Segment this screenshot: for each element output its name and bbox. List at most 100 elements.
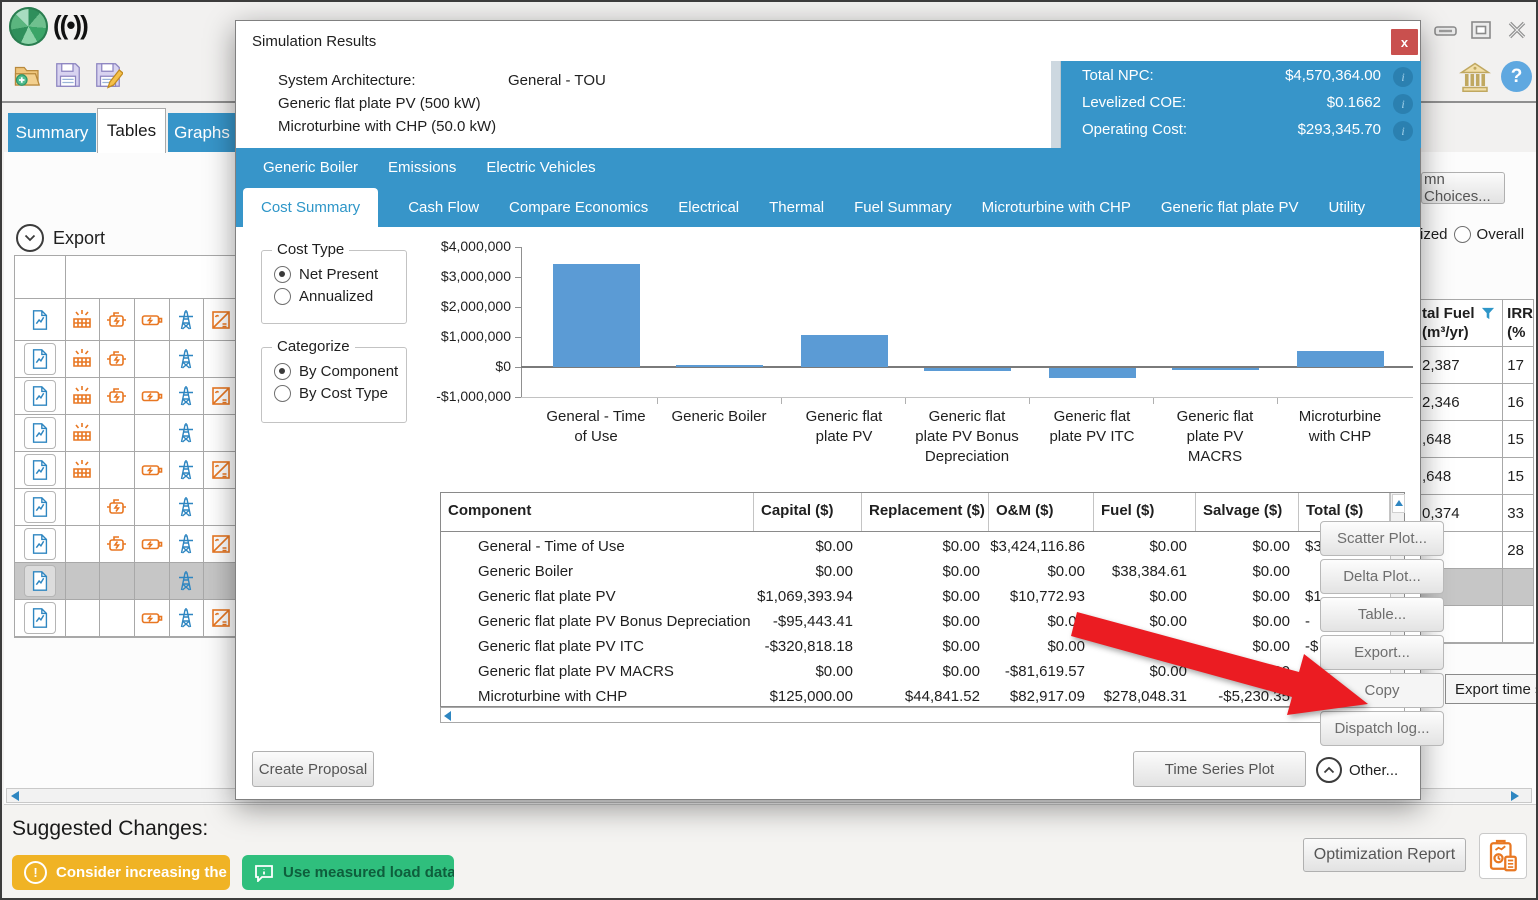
fuel-column-header[interactable]: tal Fuel(m³/yr) bbox=[1420, 300, 1503, 347]
table-row[interactable]: Generic flat plate PV MACRS$0.00$0.00-$8… bbox=[441, 659, 1390, 684]
system-row[interactable] bbox=[15, 600, 239, 637]
system-row[interactable] bbox=[15, 415, 239, 452]
results-row[interactable]: 2,34616 bbox=[1420, 384, 1533, 421]
success-suggestion-button[interactable]: Use measured load data bbox=[242, 855, 454, 890]
table-row[interactable]: Microturbine with CHP$125,000.00$44,841.… bbox=[441, 684, 1390, 709]
chart-y-axis-line bbox=[521, 247, 522, 398]
radio-circle[interactable] bbox=[274, 363, 291, 380]
results-icon bbox=[29, 422, 51, 444]
system-row[interactable] bbox=[15, 489, 239, 526]
system-row[interactable] bbox=[15, 378, 239, 415]
irr-column-header[interactable]: IRR(% bbox=[1503, 300, 1533, 347]
table-row[interactable]: Generic flat plate PV Bonus Depreciation… bbox=[441, 609, 1390, 634]
menu-item-copy[interactable]: Copy bbox=[1320, 673, 1444, 708]
table-header-cell[interactable]: Capital ($) bbox=[754, 493, 862, 531]
results-button[interactable] bbox=[24, 417, 56, 449]
dialog-tab-cost-summary[interactable]: Cost Summary bbox=[243, 188, 378, 227]
save-icon[interactable] bbox=[52, 59, 84, 91]
bank-icon[interactable] bbox=[1457, 59, 1493, 100]
tab-summary[interactable]: Summary bbox=[8, 113, 96, 152]
info-icon[interactable]: i bbox=[1393, 67, 1413, 87]
cost-summary-table: ComponentCapital ($)Replacement ($)O&M (… bbox=[440, 492, 1405, 707]
dialog-tab-thermal[interactable]: Thermal bbox=[769, 188, 824, 227]
tab-tables[interactable]: Tables bbox=[97, 108, 166, 153]
table-horizontal-scrollbar[interactable] bbox=[440, 707, 1405, 723]
export-toggle[interactable]: Export bbox=[16, 224, 105, 252]
category-label: Microturbinewith CHP bbox=[1273, 407, 1407, 447]
dialog-tab-emissions[interactable]: Emissions bbox=[388, 159, 456, 176]
time-series-plot-button[interactable]: Time Series Plot bbox=[1133, 751, 1306, 787]
overall-radio-circle[interactable] bbox=[1454, 226, 1471, 243]
scroll-left-icon[interactable] bbox=[444, 711, 451, 721]
value-cell: $3,424,116.86 bbox=[989, 538, 1094, 555]
window-close-button[interactable] bbox=[1506, 20, 1528, 45]
optimization-report-icon-button[interactable] bbox=[1479, 833, 1527, 879]
system-row[interactable] bbox=[15, 526, 239, 563]
dialog-tab-utility[interactable]: Utility bbox=[1328, 188, 1365, 227]
x-axis-tick bbox=[781, 398, 782, 404]
results-row[interactable]: ,64815 bbox=[1420, 458, 1533, 495]
dialog-tab-electrical[interactable]: Electrical bbox=[678, 188, 739, 227]
table-header-cell[interactable]: Component bbox=[441, 493, 754, 531]
dialog-close-button[interactable]: x bbox=[1391, 29, 1418, 55]
results-row[interactable]: ,64815 bbox=[1420, 421, 1533, 458]
results-row[interactable]: 2,38717 bbox=[1420, 347, 1533, 384]
scroll-up-icon[interactable] bbox=[1392, 494, 1405, 513]
category-label: Generic flatplate PV BonusDepreciation bbox=[900, 407, 1034, 467]
dialog-tab-microturbine-with-chp[interactable]: Microturbine with CHP bbox=[982, 188, 1131, 227]
menu-item-dispatch-log-[interactable]: Dispatch log... bbox=[1320, 711, 1444, 746]
column-choices-button[interactable]: mn Choices... bbox=[1421, 172, 1505, 204]
dialog-tab-generic-flat-plate-pv[interactable]: Generic flat plate PV bbox=[1161, 188, 1299, 227]
help-icon[interactable]: ? bbox=[1501, 61, 1532, 92]
table-header-cell[interactable]: Salvage ($) bbox=[1196, 493, 1299, 531]
menu-item-export-[interactable]: Export... bbox=[1320, 635, 1444, 670]
value-cell: $44,841.52 bbox=[862, 688, 989, 705]
radio-circle[interactable] bbox=[274, 266, 291, 283]
results-button[interactable] bbox=[24, 491, 56, 523]
value-cell: $38,384.61 bbox=[1094, 563, 1196, 580]
optimization-report-button[interactable]: Optimization Report bbox=[1303, 838, 1466, 872]
dialog-tab-compare-economics[interactable]: Compare Economics bbox=[509, 188, 648, 227]
results-button[interactable] bbox=[24, 454, 56, 486]
system-row[interactable] bbox=[15, 341, 239, 378]
tab-graphs[interactable]: Graphs bbox=[168, 113, 236, 152]
results-button[interactable] bbox=[24, 602, 56, 634]
other-toggle[interactable]: Other... bbox=[1316, 757, 1398, 783]
menu-item-table-[interactable]: Table... bbox=[1320, 597, 1444, 632]
grid-icon bbox=[174, 308, 198, 332]
save-as-icon[interactable] bbox=[92, 59, 124, 91]
results-button[interactable] bbox=[24, 380, 56, 412]
table-row[interactable]: Generic Boiler$0.00$0.00$0.00$38,384.61$… bbox=[441, 559, 1390, 584]
scroll-right-icon[interactable] bbox=[1511, 791, 1519, 801]
results-button[interactable] bbox=[24, 343, 56, 375]
cost-type-legend: Cost Type bbox=[272, 241, 349, 258]
table-row[interactable]: Generic flat plate PV$1,069,393.94$0.00$… bbox=[441, 584, 1390, 609]
overall-radio[interactable]: ized Overall bbox=[1420, 226, 1524, 243]
warning-suggestion-button[interactable]: ! Consider increasing the bbox=[12, 855, 230, 890]
table-row[interactable]: Generic flat plate PV ITC-$320,818.18$0.… bbox=[441, 634, 1390, 659]
x-axis-tick bbox=[1153, 398, 1154, 404]
results-button[interactable] bbox=[24, 528, 56, 560]
dialog-tab-fuel-summary[interactable]: Fuel Summary bbox=[854, 188, 952, 227]
table-row[interactable]: General - Time of Use$0.00$0.00$3,424,11… bbox=[441, 534, 1390, 559]
menu-item-scatter-plot-[interactable]: Scatter Plot... bbox=[1320, 521, 1444, 556]
system-row[interactable] bbox=[15, 563, 239, 600]
create-proposal-button[interactable]: Create Proposal bbox=[252, 751, 374, 787]
open-project-icon[interactable] bbox=[12, 59, 44, 91]
dialog-tab-generic-boiler[interactable]: Generic Boiler bbox=[263, 159, 358, 176]
table-header-cell[interactable]: Replacement ($) bbox=[862, 493, 989, 531]
radio-circle[interactable] bbox=[274, 385, 291, 402]
dialog-tab-electric-vehicles[interactable]: Electric Vehicles bbox=[486, 159, 595, 176]
menu-item-delta-plot-[interactable]: Delta Plot... bbox=[1320, 559, 1444, 594]
info-icon[interactable]: i bbox=[1393, 121, 1413, 141]
results-button[interactable] bbox=[24, 565, 56, 597]
table-header-cell[interactable]: O&M ($) bbox=[989, 493, 1094, 531]
info-icon[interactable]: i bbox=[1393, 94, 1413, 114]
scroll-left-icon[interactable] bbox=[11, 791, 19, 801]
table-header-cell[interactable]: Fuel ($) bbox=[1094, 493, 1196, 531]
radio-circle[interactable] bbox=[274, 288, 291, 305]
maximize-button[interactable] bbox=[1470, 20, 1492, 45]
dialog-tab-cash-flow[interactable]: Cash Flow bbox=[408, 188, 479, 227]
minimize-button[interactable] bbox=[1434, 24, 1457, 43]
system-row[interactable] bbox=[15, 452, 239, 489]
